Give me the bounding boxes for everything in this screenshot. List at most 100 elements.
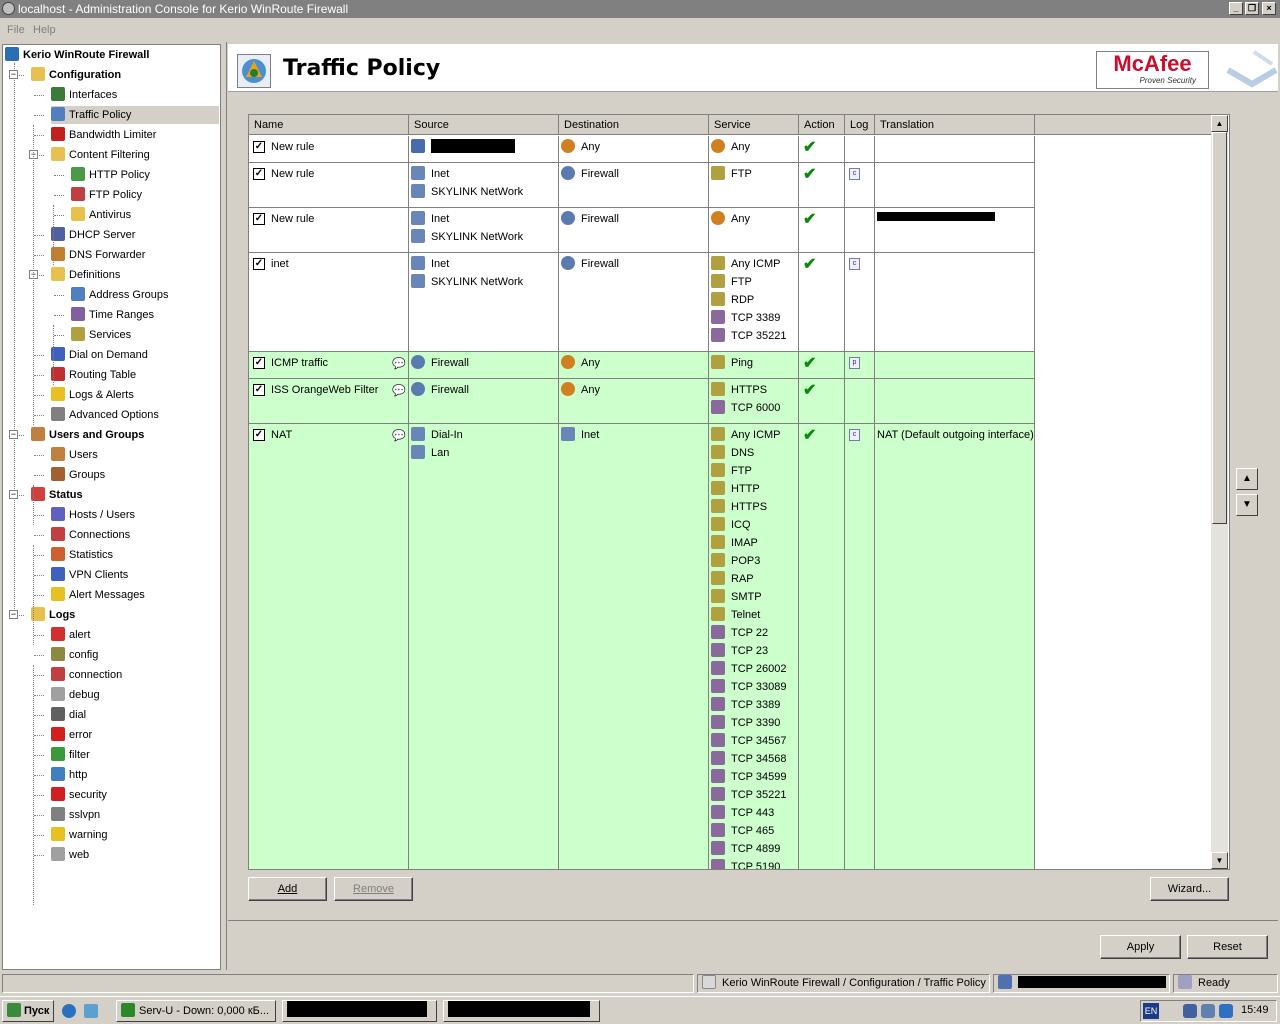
tree-expander-icon[interactable]: −: [9, 610, 18, 619]
tree-item-logs[interactable]: Logs: [31, 606, 79, 624]
tray-network-icon[interactable]: [1183, 1004, 1197, 1018]
tree-item-routing-table[interactable]: Routing Table: [51, 366, 140, 384]
log-icon[interactable]: c: [849, 429, 860, 441]
comment-icon[interactable]: 💬: [392, 429, 406, 442]
remove-button[interactable]: Remove: [334, 877, 413, 901]
tree-item-connections[interactable]: Connections: [51, 526, 134, 544]
tree-item-http[interactable]: http: [51, 766, 91, 784]
action-allow-icon[interactable]: ✔: [803, 425, 816, 445]
task-servu[interactable]: Serv-U - Down: 0,000 кБ...: [116, 1000, 276, 1022]
tree-item-address-groups[interactable]: Address Groups: [71, 286, 172, 304]
action-allow-icon[interactable]: ✔: [803, 380, 816, 400]
minimize-button[interactable]: _: [1229, 2, 1243, 15]
tree-item-ftp-policy[interactable]: FTP Policy: [71, 186, 146, 204]
tree-item-dial-on-demand[interactable]: Dial on Demand: [51, 346, 152, 364]
tree-item-services[interactable]: Services: [71, 326, 135, 344]
comment-icon[interactable]: 💬: [392, 384, 406, 397]
tree-item-time-ranges[interactable]: Time Ranges: [71, 306, 158, 324]
tree-item-security[interactable]: security: [51, 786, 111, 804]
maximize-button[interactable]: ❐: [1245, 2, 1259, 15]
tree-item-dns-forwarder[interactable]: DNS Forwarder: [51, 246, 149, 264]
action-allow-icon[interactable]: ✔: [803, 137, 816, 157]
tree-item-statistics[interactable]: Statistics: [51, 546, 117, 564]
column-header-service[interactable]: Service: [709, 115, 799, 135]
tree-item-hosts-users[interactable]: Hosts / Users: [51, 506, 139, 524]
rule-enabled-checkbox[interactable]: ✓: [253, 168, 265, 180]
rule-row[interactable]: ✓ inet Inet SKYLINK NetWork Firewall Any ICMP…: [249, 253, 1035, 352]
move-rule-down-button[interactable]: ▼: [1236, 494, 1258, 516]
menu-file[interactable]: File: [7, 24, 25, 36]
task-redacted-2[interactable]: [443, 1000, 600, 1022]
action-allow-icon[interactable]: ✔: [803, 164, 816, 184]
scroll-down-icon[interactable]: ▼: [1211, 852, 1228, 869]
tree-item-sslvpn[interactable]: sslvpn: [51, 806, 104, 824]
log-icon[interactable]: c: [849, 168, 860, 180]
tree-item-dial[interactable]: dial: [51, 706, 90, 724]
tree-item-kerio-winroute-firewall[interactable]: Kerio WinRoute Firewall: [5, 46, 153, 64]
rule-enabled-checkbox[interactable]: ✓: [253, 357, 265, 369]
column-header-name[interactable]: Name: [249, 115, 409, 135]
log-icon[interactable]: c: [849, 258, 860, 270]
tree-item-users[interactable]: Users: [51, 446, 102, 464]
close-button[interactable]: ×: [1262, 2, 1276, 15]
rule-row[interactable]: ✓ NAT 💬 Dial-In Lan Inet Any ICMP DNS FTP HTTP HTT…: [249, 424, 1035, 869]
tree-item-dhcp-server[interactable]: DHCP Server: [51, 226, 139, 244]
tree-item-advanced-options[interactable]: Advanced Options: [51, 406, 163, 424]
column-header-translation[interactable]: Translation: [875, 115, 1035, 135]
tree-expander-icon[interactable]: −: [9, 70, 18, 79]
rule-row[interactable]: ✓ ICMP traffic 💬 Firewall Any Ping ✔ p: [249, 352, 1035, 379]
column-header-destination[interactable]: Destination: [559, 115, 709, 135]
tree-item-alert-messages[interactable]: Alert Messages: [51, 586, 149, 604]
tree-item-warning[interactable]: warning: [51, 826, 112, 844]
rule-enabled-checkbox[interactable]: ✓: [253, 258, 265, 270]
tree-item-content-filtering[interactable]: Content Filtering: [51, 146, 154, 164]
tree-item-groups[interactable]: Groups: [51, 466, 109, 484]
rule-row[interactable]: ✓ New rule Inet SKYLINK NetWork Firewall FTP ✔…: [249, 163, 1035, 208]
tray-monitor-icon[interactable]: [1219, 1004, 1233, 1018]
column-header-log[interactable]: Log: [845, 115, 875, 135]
tree-expander-icon[interactable]: −: [9, 490, 18, 499]
tree-item-config[interactable]: config: [51, 646, 102, 664]
rule-enabled-checkbox[interactable]: ✓: [253, 384, 265, 396]
scroll-up-icon[interactable]: ▲: [1211, 115, 1228, 132]
tree-item-logs-alerts[interactable]: Logs & Alerts: [51, 386, 138, 404]
column-header-action[interactable]: Action: [799, 115, 845, 135]
column-header-source[interactable]: Source: [409, 115, 559, 135]
rule-enabled-checkbox[interactable]: ✓: [253, 429, 265, 441]
tree-item-antivirus[interactable]: Antivirus: [71, 206, 135, 224]
tree-item-web[interactable]: web: [51, 846, 93, 864]
tree-item-status[interactable]: Status: [31, 486, 87, 504]
add-button[interactable]: Add: [248, 877, 327, 901]
tree-item-bandwidth-limiter[interactable]: Bandwidth Limiter: [51, 126, 160, 144]
apply-button[interactable]: Apply: [1100, 935, 1181, 959]
menu-help[interactable]: Help: [33, 24, 56, 36]
ie-quicklaunch-icon[interactable]: [62, 1004, 76, 1018]
tree-item-traffic-policy[interactable]: Traffic Policy: [51, 106, 219, 124]
comment-icon[interactable]: 💬: [392, 357, 406, 370]
language-indicator[interactable]: EN: [1143, 1003, 1159, 1019]
action-allow-icon[interactable]: ✔: [803, 209, 816, 229]
tree-item-definitions[interactable]: Definitions: [51, 266, 124, 284]
tree-item-error[interactable]: error: [51, 726, 96, 744]
rule-row[interactable]: ✓ ISS OrangeWeb Filter 💬 Firewall Any HTTPS TC…: [249, 379, 1035, 424]
splitter[interactable]: [221, 44, 225, 970]
tree-item-filter[interactable]: filter: [51, 746, 94, 764]
tray-kerio-icon[interactable]: [1201, 1004, 1215, 1018]
tree-item-http-policy[interactable]: HTTP Policy: [71, 166, 154, 184]
tree-item-debug[interactable]: debug: [51, 686, 104, 704]
action-allow-icon[interactable]: ✔: [803, 353, 816, 373]
tree-expander-icon[interactable]: −: [9, 430, 18, 439]
task-redacted-1[interactable]: [282, 1000, 437, 1022]
rule-row[interactable]: ✓ New rule Any Any ✔: [249, 136, 1035, 163]
log-icon[interactable]: p: [849, 357, 860, 369]
reset-button[interactable]: Reset: [1187, 935, 1268, 959]
desktop-quicklaunch-icon[interactable]: [84, 1004, 98, 1018]
rule-enabled-checkbox[interactable]: ✓: [253, 141, 265, 153]
tree-item-users-and-groups[interactable]: Users and Groups: [31, 426, 148, 444]
tree-item-interfaces[interactable]: Interfaces: [51, 86, 121, 104]
move-rule-up-button[interactable]: ▲: [1236, 468, 1258, 490]
tree-item-configuration[interactable]: Configuration: [31, 66, 125, 84]
start-button[interactable]: Пуск: [2, 1000, 54, 1022]
tree-item-connection[interactable]: connection: [51, 666, 126, 684]
action-allow-icon[interactable]: ✔: [803, 254, 816, 274]
